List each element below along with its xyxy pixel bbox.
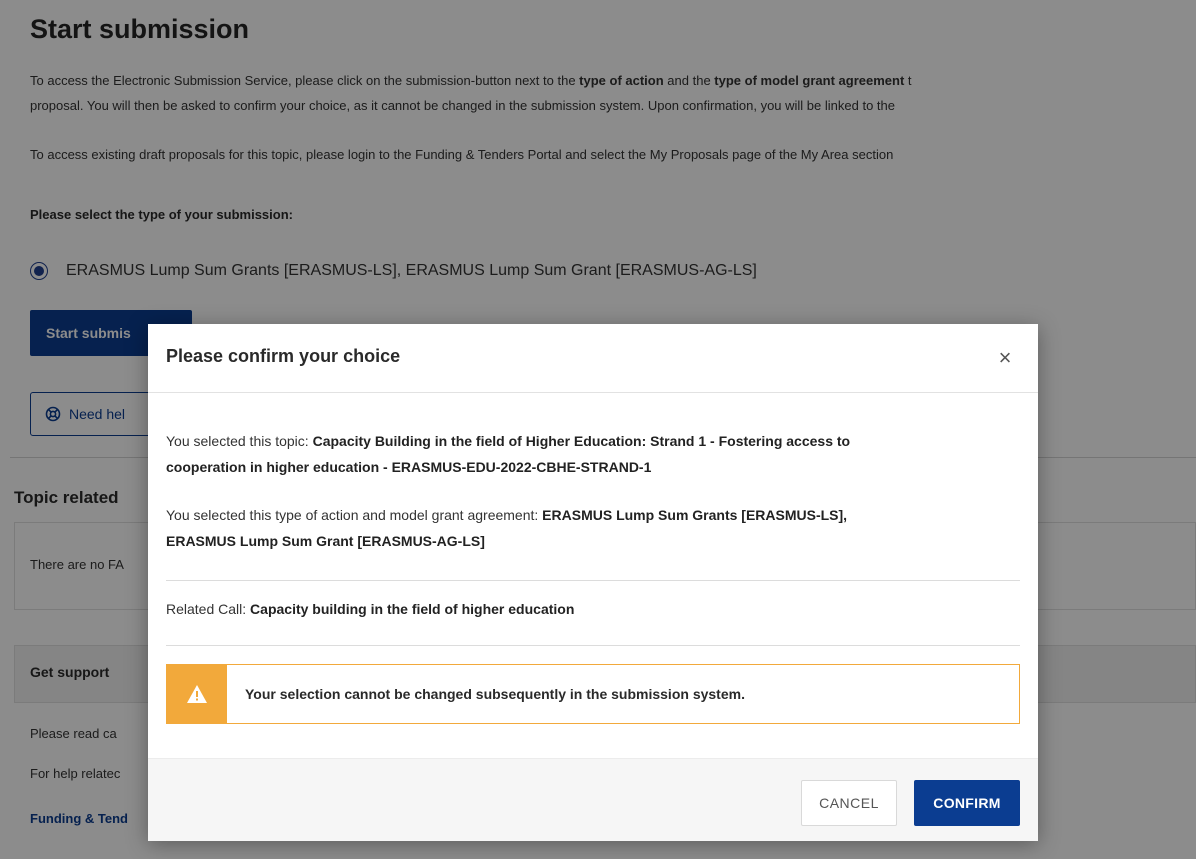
dialog-divider xyxy=(166,645,1020,646)
warning-icon xyxy=(167,665,227,723)
confirm-button[interactable]: CONFIRM xyxy=(914,780,1020,826)
close-icon[interactable]: × xyxy=(993,346,1017,370)
related-call-text: Related Call: Capacity building in the f… xyxy=(166,596,574,622)
warning-box: Your selection cannot be changed subsequ… xyxy=(166,664,1020,724)
action-value-line1: ERASMUS Lump Sum Grants [ERASMUS-LS], xyxy=(542,507,848,523)
call-prefix: Related Call: xyxy=(166,601,251,617)
action-value-line2: ERASMUS Lump Sum Grant [ERASMUS-AG-LS] xyxy=(166,533,485,549)
dialog-divider xyxy=(166,580,1020,581)
selected-action-text: You selected this type of action and mod… xyxy=(166,502,847,554)
call-value: Capacity building in the field of higher… xyxy=(250,601,575,617)
warning-text: Your selection cannot be changed subsequ… xyxy=(245,686,745,702)
cancel-button[interactable]: CANCEL xyxy=(801,780,897,826)
confirm-dialog: Please confirm your choice × You selecte… xyxy=(148,324,1038,841)
topic-value-line1: Capacity Building in the field of Higher… xyxy=(312,433,851,449)
dialog-header: Please confirm your choice × xyxy=(148,324,1038,393)
selected-topic-text: You selected this topic: Capacity Buildi… xyxy=(166,428,850,480)
topic-prefix: You selected this topic: xyxy=(166,433,313,449)
action-prefix: You selected this type of action and mod… xyxy=(166,507,543,523)
dialog-title: Please confirm your choice xyxy=(166,346,401,366)
topic-value-line2: cooperation in higher education - ERASMU… xyxy=(166,459,652,475)
dialog-footer xyxy=(148,758,1038,841)
